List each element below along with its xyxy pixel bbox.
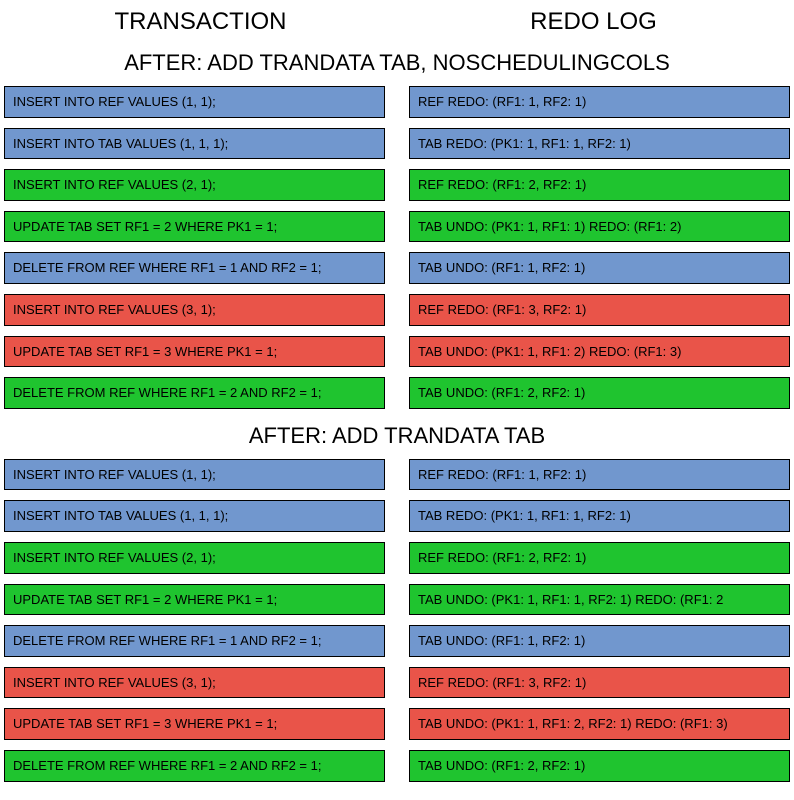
log-row: DELETE FROM REF WHERE RF1 = 2 AND RF2 = … xyxy=(4,377,790,409)
redolog-cell: REF REDO: (RF1: 3, RF2: 1) xyxy=(409,667,790,699)
redolog-cell: TAB REDO: (PK1: 1, RF1: 1, RF2: 1) xyxy=(409,128,790,160)
redolog-cell: TAB UNDO: (PK1: 1, RF1: 1) REDO: (RF1: 2… xyxy=(409,211,790,243)
header-redolog: REDO LOG xyxy=(397,8,790,36)
redolog-cell: REF REDO: (RF1: 3, RF2: 1) xyxy=(409,294,790,326)
log-row: DELETE FROM REF WHERE RF1 = 1 AND RF2 = … xyxy=(4,252,790,284)
redolog-cell: REF REDO: (RF1: 1, RF2: 1) xyxy=(409,86,790,118)
transaction-cell: UPDATE TAB SET RF1 = 3 WHERE PK1 = 1; xyxy=(4,336,385,368)
transaction-cell: DELETE FROM REF WHERE RF1 = 1 AND RF2 = … xyxy=(4,252,385,284)
redolog-cell: TAB UNDO: (RF1: 1, RF2: 1) xyxy=(409,252,790,284)
redolog-cell: TAB UNDO: (PK1: 1, RF1: 2, RF2: 1) REDO:… xyxy=(409,708,790,740)
log-row: INSERT INTO TAB VALUES (1, 1, 1); TAB RED… xyxy=(4,128,790,160)
log-row: UPDATE TAB SET RF1 = 3 WHERE PK1 = 1; TAB… xyxy=(4,708,790,740)
redolog-cell: TAB UNDO: (RF1: 2, RF2: 1) xyxy=(409,750,790,782)
transaction-cell: INSERT INTO TAB VALUES (1, 1, 1); xyxy=(4,500,385,532)
transaction-cell: UPDATE TAB SET RF1 = 3 WHERE PK1 = 1; xyxy=(4,708,385,740)
log-row: UPDATE TAB SET RF1 = 3 WHERE PK1 = 1; TAB… xyxy=(4,336,790,368)
transaction-cell: INSERT INTO REF VALUES (3, 1); xyxy=(4,667,385,699)
section-title: AFTER: ADD TRANDATA TAB xyxy=(4,423,790,449)
column-headers: TRANSACTION REDO LOG xyxy=(4,8,790,36)
log-row: UPDATE TAB SET RF1 = 2 WHERE PK1 = 1; TAB… xyxy=(4,584,790,616)
transaction-cell: INSERT INTO REF VALUES (1, 1); xyxy=(4,459,385,491)
log-row: INSERT INTO REF VALUES (3, 1); REF REDO: … xyxy=(4,667,790,699)
redolog-cell: REF REDO: (RF1: 1, RF2: 1) xyxy=(409,459,790,491)
transaction-cell: DELETE FROM REF WHERE RF1 = 1 AND RF2 = … xyxy=(4,625,385,657)
transaction-cell: DELETE FROM REF WHERE RF1 = 2 AND RF2 = … xyxy=(4,750,385,782)
log-row: INSERT INTO REF VALUES (3, 1); REF REDO: … xyxy=(4,294,790,326)
redolog-cell: TAB UNDO: (RF1: 1, RF2: 1) xyxy=(409,625,790,657)
transaction-cell: INSERT INTO REF VALUES (1, 1); xyxy=(4,86,385,118)
log-row: INSERT INTO REF VALUES (2, 1); REF REDO: … xyxy=(4,542,790,574)
log-row: INSERT INTO REF VALUES (2, 1); REF REDO: … xyxy=(4,169,790,201)
log-row: INSERT INTO TAB VALUES (1, 1, 1); TAB RED… xyxy=(4,500,790,532)
transaction-cell: UPDATE TAB SET RF1 = 2 WHERE PK1 = 1; xyxy=(4,211,385,243)
transaction-cell: INSERT INTO REF VALUES (2, 1); xyxy=(4,169,385,201)
transaction-cell: INSERT INTO TAB VALUES (1, 1, 1); xyxy=(4,128,385,160)
log-row: DELETE FROM REF WHERE RF1 = 1 AND RF2 = … xyxy=(4,625,790,657)
header-transaction: TRANSACTION xyxy=(4,8,397,36)
transaction-cell: INSERT INTO REF VALUES (3, 1); xyxy=(4,294,385,326)
redolog-cell: TAB UNDO: (PK1: 1, RF1: 1, RF2: 1) REDO:… xyxy=(409,584,790,616)
log-row: DELETE FROM REF WHERE RF1 = 2 AND RF2 = … xyxy=(4,750,790,782)
redolog-cell: TAB REDO: (PK1: 1, RF1: 1, RF2: 1) xyxy=(409,500,790,532)
log-row: UPDATE TAB SET RF1 = 2 WHERE PK1 = 1; TAB… xyxy=(4,211,790,243)
redolog-cell: TAB UNDO: (RF1: 2, RF2: 1) xyxy=(409,377,790,409)
section-title: AFTER: ADD TRANDATA TAB, NOSCHEDULINGCOL… xyxy=(4,50,790,76)
log-row: INSERT INTO REF VALUES (1, 1); REF REDO: … xyxy=(4,86,790,118)
sections-container: AFTER: ADD TRANDATA TAB, NOSCHEDULINGCOL… xyxy=(4,50,790,782)
redolog-cell: REF REDO: (RF1: 2, RF2: 1) xyxy=(409,169,790,201)
transaction-cell: UPDATE TAB SET RF1 = 2 WHERE PK1 = 1; xyxy=(4,584,385,616)
transaction-cell: INSERT INTO REF VALUES (2, 1); xyxy=(4,542,385,574)
log-row: INSERT INTO REF VALUES (1, 1); REF REDO: … xyxy=(4,459,790,491)
transaction-cell: DELETE FROM REF WHERE RF1 = 2 AND RF2 = … xyxy=(4,377,385,409)
redolog-cell: REF REDO: (RF1: 2, RF2: 1) xyxy=(409,542,790,574)
redolog-cell: TAB UNDO: (PK1: 1, RF1: 2) REDO: (RF1: 3… xyxy=(409,336,790,368)
